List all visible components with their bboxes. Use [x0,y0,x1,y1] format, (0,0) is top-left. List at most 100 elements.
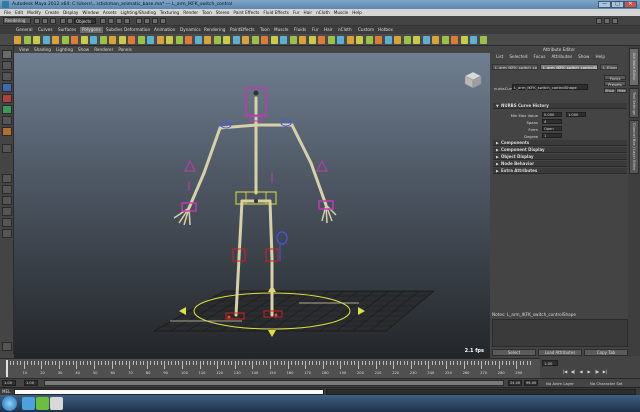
viewport-menu-view[interactable]: View [19,47,29,52]
node-tab-elbow[interactable]: L_Elbow [600,64,618,70]
history-icon[interactable] [136,18,142,24]
playback-button-0[interactable]: |◀ [562,369,568,375]
render-settings-icon[interactable] [160,18,166,24]
viewport-menu-show[interactable]: Show [78,47,89,52]
hide-button[interactable]: Hide [616,88,627,93]
section-component-display[interactable]: ▶ Component Display [493,147,627,153]
side-tab-attribute-editor[interactable]: Attribute Editor [629,48,639,86]
save-scene-icon[interactable] [50,18,56,24]
shelf-tab-painteffects[interactable]: PaintEffects [228,27,257,33]
shelf-tool-icon[interactable] [118,36,126,44]
select-button[interactable]: Select [492,349,536,356]
shelf-tool-icon[interactable] [213,36,221,44]
scale-tool-icon[interactable] [2,105,12,114]
move-tool-icon[interactable] [2,83,12,92]
shelf-tab-fur[interactable]: Fur [310,27,321,33]
shelf-tab-animation[interactable]: Animation [152,27,177,33]
shelf-tool-icon[interactable] [52,36,59,44]
snap-curve-icon[interactable] [108,18,114,24]
shelf-tab-general[interactable]: General [14,27,35,33]
command-language-toggle[interactable]: MEL [2,389,10,394]
menu-item-muscle[interactable]: Muscle [334,10,349,15]
section-components[interactable]: ▶ Components [493,140,627,146]
shelf-tab-curves[interactable]: Curves [36,27,55,33]
shelf-tab-custom[interactable]: Custom [356,27,376,33]
viewport-menu-lighting[interactable]: Lighting [56,47,73,52]
shelf-tool-icon[interactable] [441,36,449,44]
shelf-tool-icon[interactable] [71,36,78,44]
new-scene-icon[interactable] [34,18,40,24]
l-arm-ikfk-switch-control[interactable] [184,159,196,172]
copy-tab-button[interactable]: Copy Tab [584,349,628,356]
shelf-tool-icon[interactable] [137,36,145,44]
menu-item-hair[interactable]: Hair [304,10,313,15]
shelf-tool-icon[interactable] [413,36,420,44]
shelf-tool-icon[interactable] [365,36,373,44]
shelf-tab-polygons[interactable]: Polygons [80,27,103,33]
playback-start-field[interactable]: 1.00 [24,380,38,386]
shelf-tab-fluids[interactable]: Fluids [292,27,308,33]
menu-item-window[interactable]: Window [82,10,99,15]
section-curve-history[interactable]: ▼ NURBS Curve History [493,103,627,109]
load-attributes-button[interactable]: Load Attributes [538,349,582,356]
viewport-menu-panels[interactable]: Panels [118,47,131,52]
ae-menu-attributes[interactable]: Attributes [551,54,572,59]
shelf-tool-icon[interactable] [223,36,230,44]
shelf-tool-icon[interactable] [14,36,21,44]
hypershade-layout-icon[interactable] [2,229,12,238]
show-tool-settings-icon[interactable] [604,18,610,24]
close-button[interactable]: ✕ [624,1,637,8]
menu-item-stereo[interactable]: Stereo [216,10,230,15]
playback-button-5[interactable]: ▶| [602,369,608,375]
shelf-tool-icon[interactable] [356,36,363,44]
lasso-tool-icon[interactable] [2,61,12,70]
shelf-tool-icon[interactable] [61,36,69,44]
shelf-tool-icon[interactable] [289,36,297,44]
shelf-tool-icon[interactable] [33,36,40,44]
menu-item-create[interactable]: Create [45,10,59,15]
last-tool-icon[interactable] [2,144,12,153]
show-button[interactable]: Show [604,88,615,93]
menu-item-ncloth[interactable]: nCloth [316,10,330,15]
shelf-tool-icon[interactable] [42,36,50,44]
menu-item-fur[interactable]: Fur [293,10,300,15]
shelf-tool-icon[interactable] [261,36,268,44]
shelf-tool-icon[interactable] [251,36,259,44]
select-object-icon[interactable] [67,18,73,24]
shelf-tab-deformation[interactable]: Deformation [122,27,152,33]
section-node-behavior[interactable]: ▶ Node Behavior [493,161,627,167]
single-pane-layout-icon[interactable] [2,174,12,183]
open-scene-icon[interactable] [42,18,48,24]
notes-textarea[interactable] [492,319,628,347]
shelf-tool-icon[interactable] [422,36,430,44]
two-pane-layout-icon[interactable] [2,196,12,205]
range-bar[interactable] [44,380,504,386]
shelf-tab-ncloth[interactable]: nCloth [336,27,354,33]
ae-menu-help[interactable]: Help [595,54,605,59]
degree-field[interactable]: 1 [542,133,562,138]
spans-field[interactable]: 4 [542,119,562,124]
menu-set-dropdown[interactable]: Rendering [3,17,31,24]
node-tab-transform[interactable]: L_arm_IKFK_switch_control [492,64,538,70]
playback-button-4[interactable]: |▶ [594,369,600,375]
side-tab-channel-box[interactable]: Channel Box / Layer Editor [629,120,639,174]
toolbox-expand-icon[interactable] [2,342,12,351]
show-channel-box-icon[interactable] [612,18,618,24]
playback-button-1[interactable]: ◀| [570,369,576,375]
ae-menu-list[interactable]: List [496,54,503,59]
perspective-viewport[interactable]: 2.1 fps [14,53,490,358]
shelf-tool-icon[interactable] [175,36,183,44]
max-value-field[interactable]: 1.000 [566,112,586,117]
selection-mask-field[interactable]: Objects [74,18,96,24]
menu-item-help[interactable]: Help [352,10,362,15]
four-pane-layout-icon[interactable] [2,185,12,194]
anim-layer-dropdown[interactable]: No Anim Layer [546,381,574,386]
shelf-tool-icon[interactable] [194,36,202,44]
shelf-tab-hair[interactable]: Hair [322,27,335,33]
shelf-tool-icon[interactable] [156,36,164,44]
character-set-dropdown[interactable]: No Character Set [590,381,623,386]
menu-item-edit[interactable]: Edit [15,10,23,15]
show-attribute-editor-icon[interactable] [596,18,602,24]
shelf-tool-icon[interactable] [204,36,211,44]
soft-mod-tool-icon[interactable] [2,127,12,136]
